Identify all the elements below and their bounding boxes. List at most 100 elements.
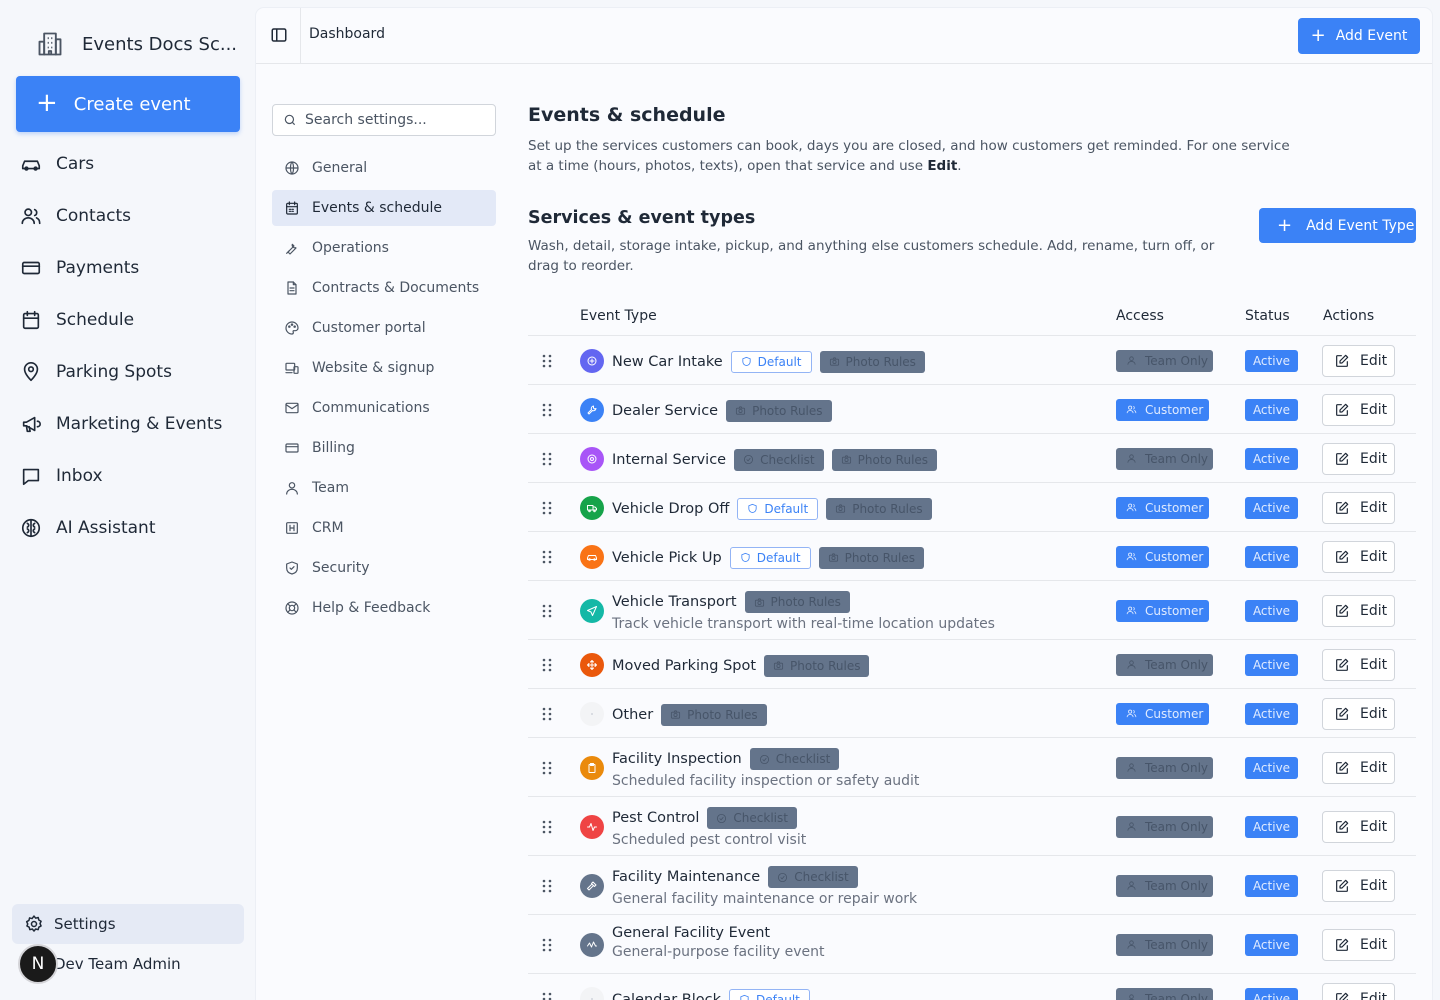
user-profile[interactable]: N Dev Team Admin xyxy=(18,944,181,984)
edit-button[interactable]: Edit xyxy=(1322,697,1395,730)
edit-button[interactable]: Edit xyxy=(1322,491,1395,524)
nav-item-contacts[interactable]: Contacts xyxy=(16,190,240,242)
event-type-name[interactable]: Internal Service xyxy=(612,452,726,468)
main-panel: Dashboard + Add Event Search settings...… xyxy=(256,8,1432,1000)
event-type-name[interactable]: General Facility Event xyxy=(612,925,770,941)
drag-handle-icon[interactable] xyxy=(542,452,552,466)
settings-item-team[interactable]: Team xyxy=(272,470,496,506)
tag-checklist: Checklist xyxy=(768,866,858,888)
settings-item-events-schedule[interactable]: Events & schedule xyxy=(272,190,496,226)
nav-item-parking-spots[interactable]: Parking Spots xyxy=(16,346,240,398)
nav-item-schedule[interactable]: Schedule xyxy=(16,294,240,346)
settings-search-input[interactable]: Search settings... xyxy=(272,104,496,136)
settings-item-general[interactable]: General xyxy=(272,150,496,186)
status-badge[interactable]: Active xyxy=(1245,653,1298,676)
event-type-name[interactable]: New Car Intake xyxy=(612,354,723,370)
event-type-info: New Car Intake Default Photo Rules xyxy=(612,350,925,373)
create-event-button[interactable]: + Create event xyxy=(16,76,240,132)
edit-button[interactable]: Edit xyxy=(1322,393,1395,426)
drag-handle-icon[interactable] xyxy=(542,879,552,893)
nav-item-ai-assistant[interactable]: AI Assistant xyxy=(16,502,240,554)
edit-icon xyxy=(1336,452,1349,465)
settings-item-security[interactable]: Security xyxy=(272,550,496,586)
plus-icon: + xyxy=(36,87,58,118)
settings-item-help[interactable]: Help & Feedback xyxy=(272,590,496,626)
drag-handle-icon[interactable] xyxy=(542,938,552,952)
plus-icon: + xyxy=(1277,214,1293,236)
edit-button[interactable]: Edit xyxy=(1322,982,1395,1000)
status-badge[interactable]: Active xyxy=(1245,545,1298,568)
event-type-name[interactable]: Calendar Block xyxy=(612,992,721,1000)
nav-item-inbox[interactable]: Inbox xyxy=(16,450,240,502)
user-icon xyxy=(1127,356,1136,365)
event-type-icon xyxy=(580,873,604,898)
settings-item-label: Billing xyxy=(312,440,355,456)
nav-label: Schedule xyxy=(56,310,135,330)
settings-item-operations[interactable]: Operations xyxy=(272,230,496,266)
status-badge[interactable]: Active xyxy=(1245,933,1298,956)
edit-button[interactable]: Edit xyxy=(1322,344,1395,377)
status-badge[interactable]: Active xyxy=(1245,987,1298,1000)
drag-handle-icon[interactable] xyxy=(542,604,552,618)
breadcrumb[interactable]: Dashboard xyxy=(309,26,385,42)
nav-item-marketing[interactable]: Marketing & Events xyxy=(16,398,240,450)
edit-button[interactable]: Edit xyxy=(1322,751,1395,784)
dot-icon xyxy=(591,712,593,715)
drag-handle-icon[interactable] xyxy=(542,658,552,672)
event-type-name[interactable]: Vehicle Transport xyxy=(612,594,737,610)
drag-handle-icon[interactable] xyxy=(542,820,552,834)
event-type-name[interactable]: Facility Maintenance xyxy=(612,869,760,885)
edit-icon xyxy=(1336,550,1349,563)
edit-button[interactable]: Edit xyxy=(1322,928,1395,961)
status-badge[interactable]: Active xyxy=(1245,702,1298,725)
drag-handle-icon[interactable] xyxy=(542,707,552,721)
event-type-name[interactable]: Pest Control xyxy=(612,810,699,826)
status-badge[interactable]: Active xyxy=(1245,349,1298,372)
event-type-name[interactable]: Moved Parking Spot xyxy=(612,658,756,674)
status-badge[interactable]: Active xyxy=(1245,447,1298,470)
event-type-name[interactable]: Dealer Service xyxy=(612,403,718,419)
edit-button[interactable]: Edit xyxy=(1322,594,1395,627)
status-badge[interactable]: Active xyxy=(1245,496,1298,519)
drag-handle-icon[interactable] xyxy=(542,550,552,564)
drag-handle-icon[interactable] xyxy=(542,761,552,775)
event-type-name[interactable]: Vehicle Drop Off xyxy=(612,501,729,517)
user-icon xyxy=(1127,763,1136,772)
tag-photo-rules: Photo Rules xyxy=(818,546,924,569)
settings-item-crm[interactable]: CRM xyxy=(272,510,496,546)
nav-item-cars[interactable]: Cars xyxy=(16,138,240,190)
edit-button[interactable]: Edit xyxy=(1322,540,1395,573)
status-badge[interactable]: Active xyxy=(1245,398,1298,421)
event-type-info: Moved Parking Spot Photo Rules xyxy=(612,654,870,677)
settings-item-communications[interactable]: Communications xyxy=(272,390,496,426)
event-type-name[interactable]: Other xyxy=(612,707,653,723)
edit-button[interactable]: Edit xyxy=(1322,869,1395,902)
drag-handle-icon[interactable] xyxy=(542,354,552,368)
edit-button[interactable]: Edit xyxy=(1322,442,1395,475)
settings-item-billing[interactable]: Billing xyxy=(272,430,496,466)
nav-item-payments[interactable]: Payments xyxy=(16,242,240,294)
shield-icon xyxy=(740,994,749,1000)
status-badge[interactable]: Active xyxy=(1245,756,1298,779)
table-row: Facility Maintenance Checklist General fa… xyxy=(528,856,1416,915)
panel-toggle-icon[interactable] xyxy=(270,26,288,44)
add-event-button[interactable]: + Add Event xyxy=(1298,18,1420,54)
settings-item-website[interactable]: Website & signup xyxy=(272,350,496,386)
drag-handle-icon[interactable] xyxy=(542,501,552,515)
status-badge[interactable]: Active xyxy=(1245,815,1298,838)
status-badge[interactable]: Active xyxy=(1245,874,1298,897)
tag-photo-rules: Photo Rules xyxy=(744,591,850,613)
event-types-table: Event Type Access Status Actions New Car… xyxy=(528,296,1416,1000)
edit-button[interactable]: Edit xyxy=(1322,810,1395,843)
brand[interactable]: Events Docs Sc... xyxy=(36,28,237,60)
event-type-name[interactable]: Vehicle Pick Up xyxy=(612,550,722,566)
drag-handle-icon[interactable] xyxy=(542,992,552,1000)
edit-button[interactable]: Edit xyxy=(1322,648,1395,681)
drag-handle-icon[interactable] xyxy=(542,403,552,417)
status-badge[interactable]: Active xyxy=(1245,599,1298,622)
settings-item-contracts[interactable]: Contracts & Documents xyxy=(272,270,496,306)
nav-item-settings[interactable]: Settings xyxy=(12,904,244,944)
add-event-type-button[interactable]: + Add Event Type xyxy=(1259,208,1416,243)
settings-item-customer-portal[interactable]: Customer portal xyxy=(272,310,496,346)
event-type-name[interactable]: Facility Inspection xyxy=(612,751,742,767)
